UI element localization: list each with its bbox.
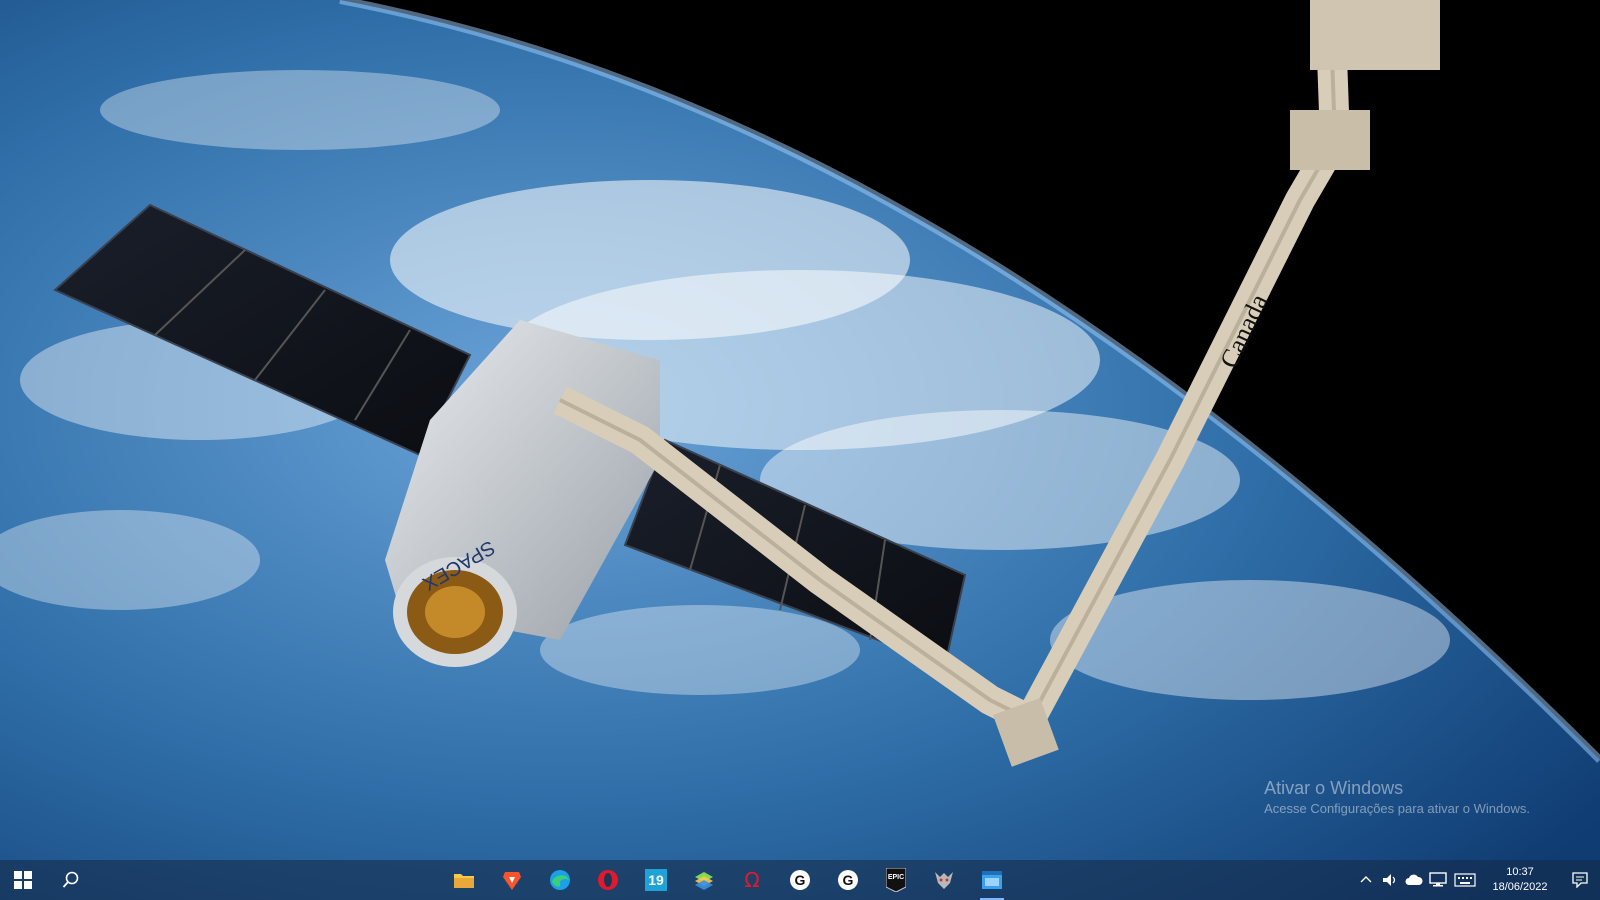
- search-icon: [62, 871, 79, 888]
- taskbar-app-active-window[interactable]: [968, 860, 1016, 900]
- search-button[interactable]: [48, 860, 94, 900]
- action-center-button[interactable]: [1560, 860, 1600, 900]
- network-icon: [1429, 872, 1447, 887]
- window-app-icon: [982, 871, 1002, 889]
- edge-icon: [550, 870, 570, 890]
- chevron-up-icon: [1360, 876, 1372, 883]
- activation-title: Ativar o Windows: [1264, 778, 1404, 798]
- calendar-19-icon: 19: [645, 869, 667, 891]
- show-hidden-icons-button[interactable]: [1354, 860, 1378, 900]
- epic-games-icon: EPIC: [886, 868, 906, 892]
- logitech-g-icon: G: [790, 870, 810, 890]
- clock-time: 10:37: [1506, 866, 1534, 878]
- taskbar-app-epic-games[interactable]: EPIC: [872, 860, 920, 900]
- taskbar-app-bluestacks[interactable]: [680, 860, 728, 900]
- taskbar-app-19[interactable]: 19: [632, 860, 680, 900]
- brave-icon: [503, 872, 521, 890]
- taskbar-app-witcher[interactable]: [920, 860, 968, 900]
- notification-icon: [1572, 872, 1588, 888]
- svg-text:G: G: [843, 872, 854, 888]
- speaker-icon: [1383, 874, 1396, 886]
- start-button[interactable]: [0, 860, 46, 900]
- cloud-icon: [1405, 874, 1423, 885]
- windows-logo-icon: [14, 871, 32, 889]
- taskbar-app-file-explorer[interactable]: [440, 860, 488, 900]
- taskbar-app-brave[interactable]: [488, 860, 536, 900]
- touch-keyboard-button[interactable]: [1450, 860, 1480, 900]
- witcher-icon: [935, 872, 953, 889]
- taskbar-app-logitech-g-hub[interactable]: G: [776, 860, 824, 900]
- taskbar-app-logitech-g-hub-2[interactable]: G: [824, 860, 872, 900]
- svg-text:G: G: [795, 872, 806, 888]
- taskbar-app-edge[interactable]: [536, 860, 584, 900]
- opera-icon: [598, 870, 618, 890]
- activation-subtitle: Acesse Configurações para ativar o Windo…: [1264, 801, 1530, 816]
- network-button[interactable]: [1426, 860, 1450, 900]
- keyboard-icon: [1454, 873, 1476, 887]
- omega-icon: Ω: [744, 869, 759, 891]
- clock[interactable]: 10:37 18/06/2022: [1480, 865, 1560, 895]
- taskbar: 19 Ω G G EPIC 10:37 18/06/2022: [0, 860, 1600, 900]
- file-explorer-icon: [454, 874, 474, 888]
- taskbar-app-omega[interactable]: Ω: [728, 860, 776, 900]
- activation-watermark: Ativar o Windows Acesse Configurações pa…: [1264, 778, 1530, 816]
- clock-date: 18/06/2022: [1492, 881, 1548, 893]
- app-19-label: 19: [648, 872, 664, 888]
- onedrive-button[interactable]: [1402, 860, 1426, 900]
- epic-games-label: EPIC: [888, 874, 904, 881]
- desktop-wallpaper: SPACEX Canada: [0, 0, 1600, 900]
- taskbar-app-opera[interactable]: [584, 860, 632, 900]
- pinned-apps: 19 Ω G G EPIC: [440, 860, 1016, 900]
- system-tray: 10:37 18/06/2022: [1354, 860, 1600, 900]
- volume-button[interactable]: [1378, 860, 1402, 900]
- logitech-g-icon: G: [838, 870, 858, 890]
- svg-text:Ω: Ω: [744, 869, 759, 891]
- bluestacks-icon: [695, 872, 713, 890]
